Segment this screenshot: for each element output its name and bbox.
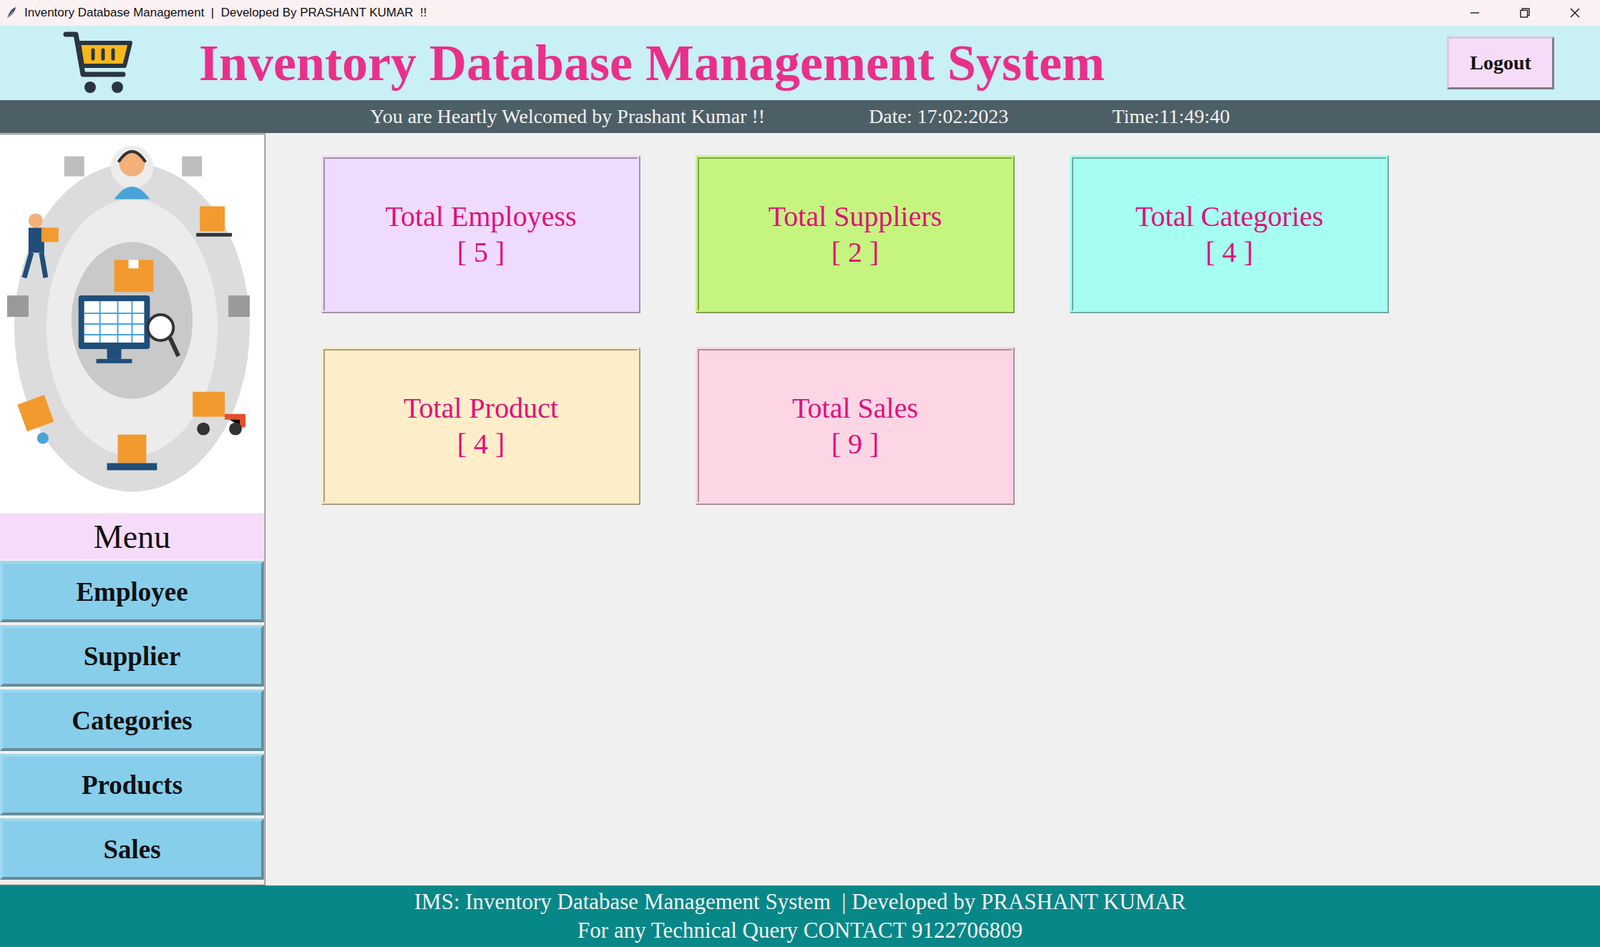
dashboard-content: Total Employess[ 5 ] Total Suppliers[ 2 ]…	[265, 133, 1600, 886]
card-label: Total Product	[403, 390, 559, 427]
menu-label: Menu	[0, 513, 265, 560]
app-title: Inventory Database Management System	[198, 33, 1105, 94]
stat-card: Total Sales[ 9 ]	[695, 347, 1015, 506]
cart-icon	[62, 30, 135, 96]
menu-button[interactable]: Categories	[0, 689, 265, 752]
card-label: Total Categories	[1135, 198, 1324, 235]
card-count: [ 4 ]	[457, 426, 506, 463]
app-header: Inventory Database Management System Logo…	[0, 25, 1600, 101]
footer-line: For any Technical Query CONTACT 91227068…	[577, 916, 1023, 946]
welcome-bar: You are Heartly Welcomed by Prashant Kum…	[0, 100, 1600, 134]
minimize-icon[interactable]	[1449, 0, 1500, 26]
time-label: Time:11:49:40	[1111, 105, 1230, 129]
logout-button[interactable]: Logout	[1446, 36, 1555, 90]
window-title: Inventory Database Management | Develope…	[24, 5, 428, 21]
card-label: Total Employess	[384, 198, 577, 235]
menu-button[interactable]: Supplier	[0, 625, 265, 687]
footer-line: IMS: Inventory Database Management Syste…	[414, 888, 1186, 917]
app-footer: IMS: Inventory Database Management Syste…	[0, 885, 1600, 947]
card-count: [ 2 ]	[831, 234, 880, 271]
card-count: [ 9 ]	[831, 426, 880, 463]
title-bar: Inventory Database Management | Develope…	[0, 0, 1600, 26]
stat-card: Total Employess[ 5 ]	[321, 155, 641, 314]
sidebar: MenuEmployeeSupplierCategoriesProductsSa…	[0, 133, 266, 886]
app-window: Inventory Database Management | Develope…	[0, 0, 1600, 947]
menu-button[interactable]: Products	[0, 754, 265, 816]
stat-card: Total Product[ 4 ]	[321, 347, 641, 506]
card-count: [ 5 ]	[457, 234, 506, 271]
inventory-illustration-icon	[0, 134, 265, 514]
feather-icon	[4, 5, 19, 21]
card-count: [ 4 ]	[1205, 234, 1254, 271]
card-label: Total Suppliers	[768, 198, 943, 235]
card-label: Total Sales	[792, 390, 919, 427]
menu-button[interactable]: Sales	[0, 818, 265, 881]
stat-card: Total Categories[ 4 ]	[1069, 155, 1389, 314]
date-label: Date: 17:02:2023	[868, 105, 1009, 129]
stat-card: Total Suppliers[ 2 ]	[695, 155, 1015, 314]
welcome-message: You are Heartly Welcomed by Prashant Kum…	[369, 105, 765, 129]
close-icon[interactable]	[1549, 0, 1600, 26]
restore-icon[interactable]	[1499, 0, 1550, 26]
menu-button[interactable]: Employee	[0, 561, 265, 623]
